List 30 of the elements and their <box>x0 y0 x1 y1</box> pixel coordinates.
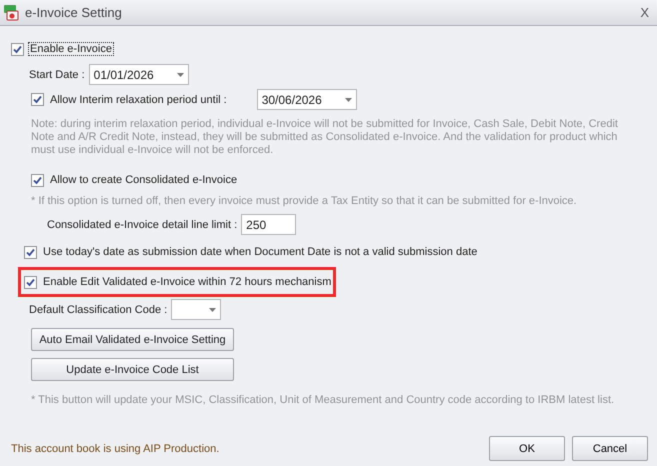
checkbox-label[interactable]: Allow Interim relaxation period until : <box>48 92 229 106</box>
note-text: * If this option is turned off, then every invoice must provide a Tax Entity so that it can be submitted for e-Invoice. <box>31 195 578 208</box>
note-text: * This button will update your MSIC, Classification, Unit of Measurement and Country code according to IRBM latest list. <box>31 394 616 407</box>
close-icon[interactable]: X <box>640 5 649 20</box>
start-date-dropdown[interactable]: 01/01/2026 <box>88 64 189 85</box>
checkbox[interactable] <box>31 174 44 186</box>
line-limit-field[interactable]: 250 <box>241 214 296 235</box>
caret-icon <box>209 308 216 312</box>
dialog-button[interactable]: OK <box>489 436 565 461</box>
checkbox-label[interactable]: Enable e-Invoice <box>28 42 114 56</box>
status-message: This account book is using AIP Production. <box>11 442 220 454</box>
end-date-dropdown[interactable]: 30/06/2026 <box>256 89 357 110</box>
dialog-button[interactable]: Cancel <box>572 436 648 461</box>
checkbox[interactable] <box>31 93 44 106</box>
checkbox[interactable] <box>11 42 24 56</box>
caret-icon <box>176 72 184 76</box>
checkbox[interactable] <box>24 276 37 288</box>
note-text: Note: during interim relaxation period, individual e-Invoice will not be submitted for Invoice, Cash Sale, Debit Note, Credit Note and A/R Credit Note, instead, they will be submitted as Consolidated e-Invoice. And the validation for product which must use individual e-Invoice will not be enforced. <box>31 118 619 157</box>
action-button[interactable]: Update e-Invoice Code List <box>31 358 234 381</box>
app-icon <box>3 4 19 21</box>
checkbox-label[interactable]: Enable Edit Validated e-Invoice within 72 hours mechanism <box>41 275 334 289</box>
action-button[interactable]: Auto Email Validated e-Invoice Setting <box>31 328 234 351</box>
field-label: Consolidated e-Invoice detail line limit : <box>47 218 238 230</box>
window-title: e-Invoice Setting <box>25 5 123 20</box>
checkbox[interactable] <box>24 246 37 258</box>
field-label: Default Classification Code : <box>29 304 168 316</box>
checkbox-label[interactable]: Use today's date as submission date when Document Date is not a valid submission date <box>41 245 480 259</box>
caret-icon <box>344 98 352 102</box>
field-label: Start Date : <box>29 68 85 80</box>
checkbox-label[interactable]: Allow to create Consolidated e-Invoice <box>48 173 240 187</box>
